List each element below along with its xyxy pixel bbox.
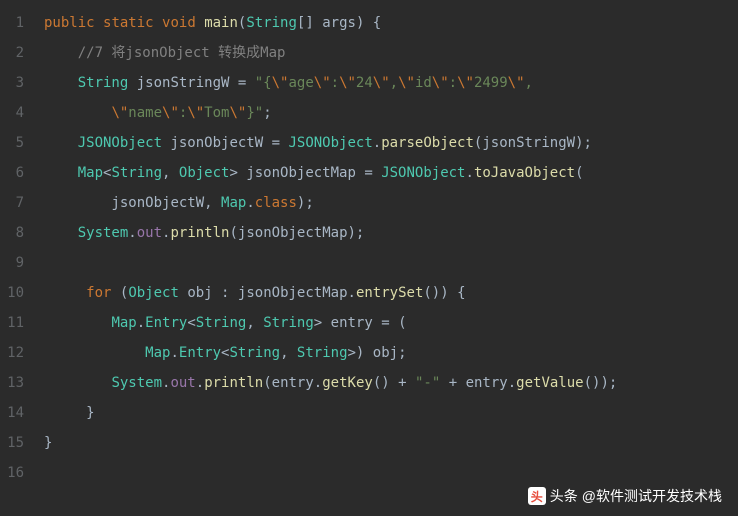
code-line: } [44, 428, 738, 458]
line-number: 5 [4, 128, 24, 158]
line-number: 1 [4, 8, 24, 38]
watermark-prefix: 头条 [550, 486, 578, 506]
code-line: String jsonStringW = "{\"age\":\"24\",\"… [44, 68, 738, 98]
line-number: 7 [4, 188, 24, 218]
code-line: JSONObject jsonObjectW = JSONObject.pars… [44, 128, 738, 158]
line-number: 10 [4, 278, 24, 308]
line-number: 6 [4, 158, 24, 188]
code-line: for (Object obj : jsonObjectMap.entrySet… [44, 278, 738, 308]
code-line: \"name\":\"Tom\"}"; [44, 98, 738, 128]
code-area[interactable]: public static void main(String[] args) {… [32, 0, 738, 516]
line-number: 13 [4, 368, 24, 398]
line-number: 9 [4, 248, 24, 278]
code-line: jsonObjectW, Map.class); [44, 188, 738, 218]
code-line [44, 248, 738, 278]
line-number: 2 [4, 38, 24, 68]
code-line: Map.Entry<String, String> entry = ( [44, 308, 738, 338]
line-number: 4 [4, 98, 24, 128]
code-line: public static void main(String[] args) { [44, 8, 738, 38]
line-number: 16 [4, 458, 24, 488]
code-line: System.out.println(entry.getKey() + "-" … [44, 368, 738, 398]
toutiao-icon: 头 [528, 487, 546, 505]
code-line: //7 将jsonObject 转换成Map [44, 38, 738, 68]
line-number: 8 [4, 218, 24, 248]
line-number: 15 [4, 428, 24, 458]
code-line [44, 458, 738, 488]
watermark-handle: @软件测试开发技术栈 [582, 486, 722, 506]
line-number: 14 [4, 398, 24, 428]
code-line: } [44, 398, 738, 428]
watermark: 头 头条 @软件测试开发技术栈 [528, 486, 722, 506]
line-number: 12 [4, 338, 24, 368]
line-number: 3 [4, 68, 24, 98]
line-number: 11 [4, 308, 24, 338]
line-number-gutter: 1 2 3 4 5 6 7 8 9 10 11 12 13 14 15 16 [0, 0, 32, 516]
code-editor: 1 2 3 4 5 6 7 8 9 10 11 12 13 14 15 16 p… [0, 0, 738, 516]
code-line: System.out.println(jsonObjectMap); [44, 218, 738, 248]
code-line: Map.Entry<String, String>) obj; [44, 338, 738, 368]
code-line: Map<String, Object> jsonObjectMap = JSON… [44, 158, 738, 188]
